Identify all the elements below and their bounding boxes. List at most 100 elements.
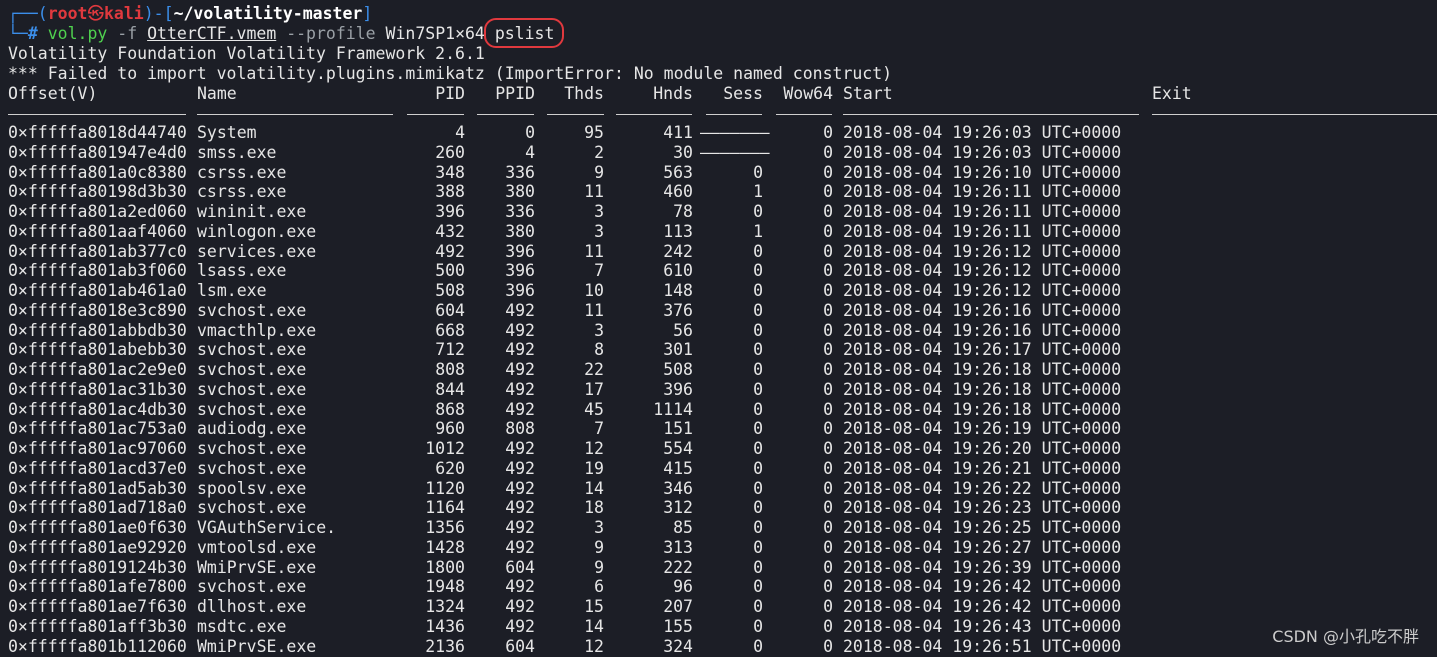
cell-name: vmacthlp.exe [197,320,317,340]
cell-wow64: 0 [823,636,833,656]
cell-ppid: 336 [505,202,535,221]
cell-offset: 0×fffffa801a0c8380 [8,162,187,182]
cell-wow64: 0 [823,340,833,360]
cell-offset: 0×fffffa801947e4d0 [8,142,187,162]
cell-hnds: 96 [673,577,693,597]
prompt-mid: )-[ [143,4,174,23]
cell-sess: 0 [753,360,763,379]
cell-wow64: 0 [823,123,833,142]
cell-name: smss.exe [197,142,277,162]
prompt-user: root [47,4,88,23]
cell-name: spoolsv.exe [197,478,307,498]
cell-thds: 11 [584,300,604,320]
cell-name: lsm.exe [197,281,267,300]
cell-start: 2018-08-04 19:26:51 UTC+0000 [843,636,1122,656]
separator [843,114,1139,115]
header-name: Name [197,84,237,103]
cell-wow64: 0 [823,419,833,439]
cell-sess: 0 [753,399,763,419]
cell-ppid: 4 [525,142,535,162]
cell-name: svchost.exe [197,458,307,478]
terminal-window[interactable]: ┌──(root㉿kali)-[~/volatility-master] └─#… [0,0,1437,657]
cell-pid: 620 [435,458,465,478]
cell-offset: 0×fffffa801aff3b30 [8,616,187,636]
cell-offset: 0×fffffa801aaf4060 [8,221,187,241]
cell-pid: 388 [435,182,465,202]
cell-offset: 0×fffffa801ab377c0 [8,241,187,261]
cell-thds: 22 [584,360,604,379]
command-line[interactable]: └─# vol.py -f OtterCTF.vmem --profile Wi… [8,24,554,44]
cell-offset: 0×fffffa8018d44740 [8,123,187,142]
cell-ppid: 380 [505,182,535,202]
cell-thds: 3 [594,320,604,340]
cell-pid: 1800 [425,557,465,577]
cell-wow64: 0 [823,261,833,281]
flag-profile: --profile [286,24,376,43]
cell-hnds: 113 [663,221,693,241]
cell-offset: 0×fffffa801ac97060 [8,439,187,458]
cell-hnds: 78 [673,202,693,221]
cell-thds: 18 [584,498,604,518]
cell-pid: 1428 [425,537,465,557]
cell-ppid: 492 [505,399,535,419]
cell-name: audiodg.exe [197,419,307,439]
separator [776,114,832,115]
output-line-2: *** Failed to import volatility.plugins.… [8,64,893,83]
cell-start: 2018-08-04 19:26:21 UTC+0000 [843,458,1122,478]
cell-thds: 9 [594,162,604,182]
cell-ppid: 492 [505,320,535,340]
cell-offset: 0×fffffa801ae7f630 [8,597,187,616]
cell-hnds: 460 [663,182,693,202]
separator [1152,114,1437,115]
cell-hnds: 207 [663,597,693,616]
cell-sess: 1 [753,221,763,241]
cell-name: svchost.exe [197,379,307,399]
cell-hnds: 415 [663,458,693,478]
cell-start: 2018-08-04 19:26:19 UTC+0000 [843,419,1122,439]
cell-offset: 0×fffffa801b112060 [8,636,187,656]
cell-wow64: 0 [823,360,833,379]
cell-name: wininit.exe [197,202,307,221]
cell-start: 2018-08-04 19:26:11 UTC+0000 [843,182,1122,202]
cell-hnds: 324 [663,636,693,656]
cell-pid: 508 [435,281,465,300]
cell-offset: 0×fffffa801ac2e9e0 [8,360,187,379]
cell-offset: 0×fffffa801ae0f630 [8,518,187,537]
cell-sess: 0 [753,636,763,656]
cell-name: svchost.exe [197,498,307,518]
cell-pid: 2136 [425,636,465,656]
cell-offset: 0×fffffa801ad5ab30 [8,478,187,498]
cell-sess: 0 [753,458,763,478]
cell-ppid: 380 [505,221,535,241]
header-ppid: PPID [495,84,535,103]
cell-hnds: 301 [663,340,693,360]
cell-sess: 0 [753,498,763,518]
cell-hnds: 242 [663,241,693,261]
cell-pid: 808 [435,360,465,379]
cell-name: svchost.exe [197,577,307,597]
cell-wow64: 0 [823,478,833,498]
cell-pid: 260 [435,142,465,162]
cell-start: 2018-08-04 19:26:42 UTC+0000 [843,577,1122,597]
cell-thds: 11 [584,182,604,202]
cell-sess: ——————— [700,123,770,142]
prompt-end: ] [362,4,373,23]
cell-name: services.exe [197,241,317,261]
cell-thds: 17 [584,379,604,399]
cell-offset: 0×fffffa801ad718a0 [8,498,187,518]
cell-thds: 12 [584,636,604,656]
cell-wow64: 0 [823,300,833,320]
cell-pid: 396 [435,202,465,221]
watermark: CSDN @小孔吃不胖 [1272,627,1419,646]
cell-ppid: 0 [525,123,535,142]
cell-sess: 0 [753,162,763,182]
cell-wow64: 0 [823,320,833,340]
cell-thds: 3 [594,202,604,221]
cell-thds: 9 [594,557,604,577]
cell-pid: 1164 [425,498,465,518]
cell-wow64: 0 [823,281,833,300]
cell-offset: 0×fffffa801abebb30 [8,340,187,360]
cell-ppid: 492 [505,340,535,360]
cell-sess: 0 [753,577,763,597]
cell-wow64: 0 [823,439,833,458]
